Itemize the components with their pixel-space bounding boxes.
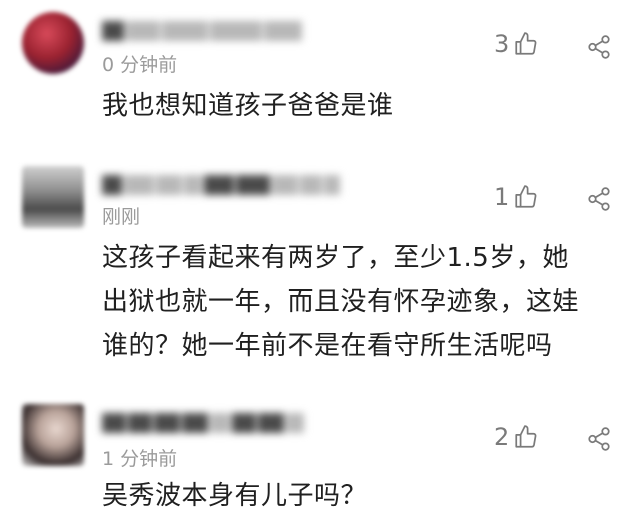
username[interactable]	[102, 172, 340, 198]
comment-time: 1 分钟前	[102, 448, 178, 470]
comment-time: 刚刚	[102, 206, 141, 228]
user-avatar[interactable]	[22, 12, 84, 74]
like-count: 2	[494, 423, 510, 451]
like-button[interactable]: 3	[494, 30, 539, 58]
comment-text: 吴秀波本身有儿子吗？	[102, 481, 368, 511]
share-icon[interactable]	[586, 186, 612, 212]
comment-text-line: 出狱也就一年，而且没有怀孕迹象，这娃	[102, 287, 580, 317]
comment-text: 这孩子看起来有两岁了，至少1.5岁，她 出狱也就一年，而且没有怀孕迹象，这娃 谁…	[102, 236, 612, 368]
like-button[interactable]: 1	[494, 183, 539, 211]
username[interactable]	[102, 410, 304, 436]
username[interactable]	[102, 18, 302, 44]
thumbs-up-icon	[513, 184, 539, 210]
comment-text-line: 这孩子看起来有两岁了，至少1.5岁，她	[102, 243, 569, 273]
thumbs-up-icon	[513, 424, 539, 450]
comment-time: 0 分钟前	[102, 54, 178, 76]
share-icon[interactable]	[586, 34, 612, 60]
like-count: 1	[494, 183, 510, 211]
user-avatar[interactable]	[22, 166, 84, 228]
user-avatar[interactable]	[22, 404, 84, 466]
like-button[interactable]: 2	[494, 423, 539, 451]
comment-text: 我也想知道孩子爸爸是谁	[102, 91, 394, 121]
comment-text-line: 谁的？她一年前不是在看守所生活呢吗	[102, 331, 553, 361]
share-icon[interactable]	[586, 426, 612, 452]
thumbs-up-icon	[513, 31, 539, 57]
like-count: 3	[494, 30, 510, 58]
